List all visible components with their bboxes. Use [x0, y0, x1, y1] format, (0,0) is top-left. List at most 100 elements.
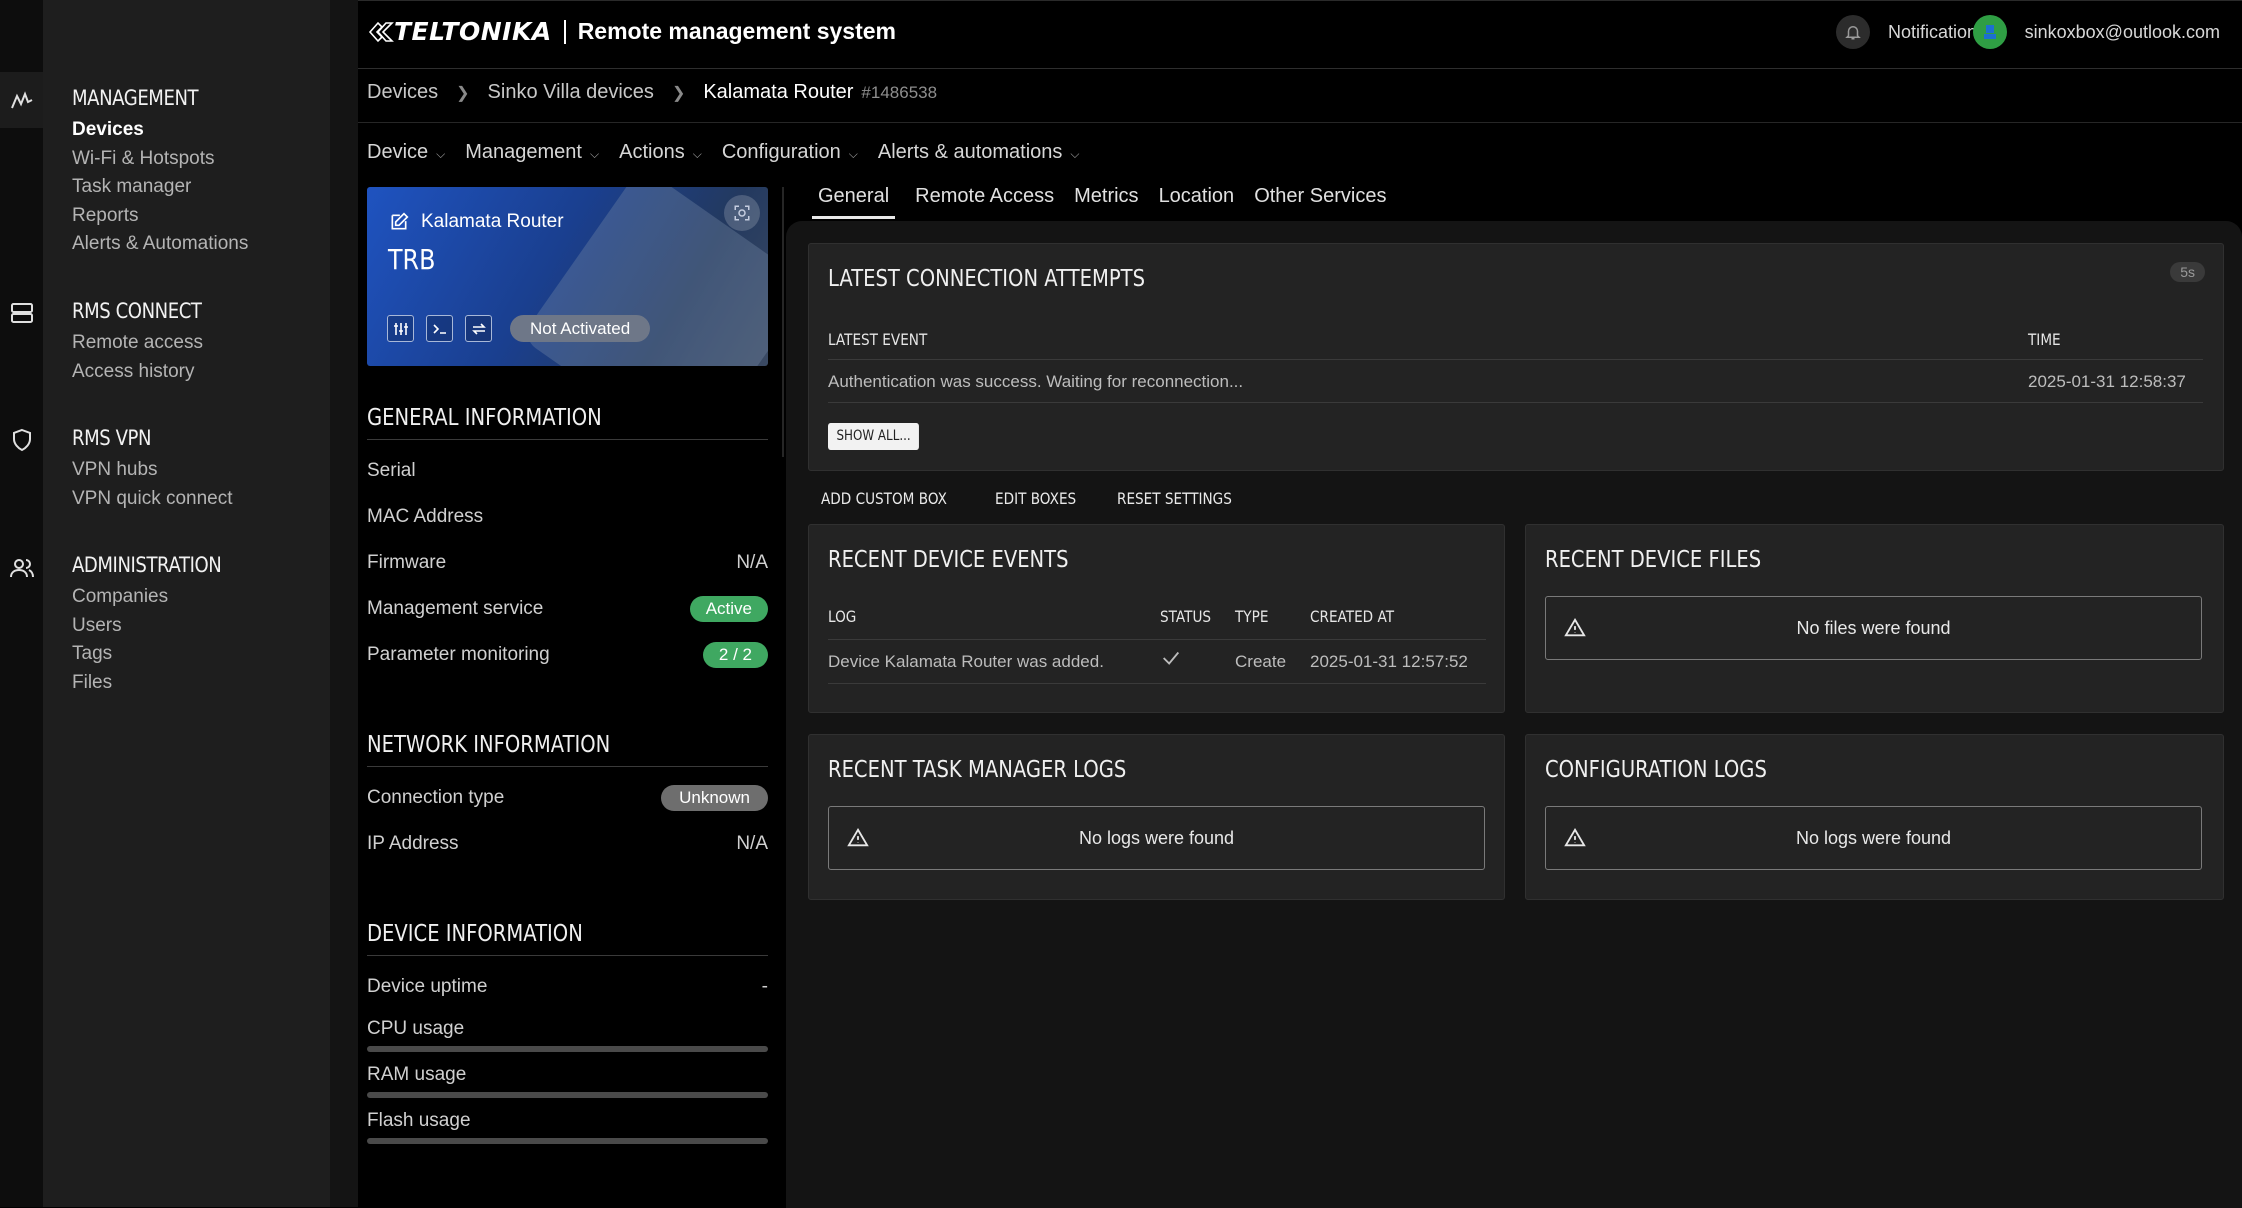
sidebar: MANAGEMENT Devices Wi-Fi & Hotspots Task… [43, 0, 330, 1207]
menu-label: Management [465, 141, 582, 163]
section-title: DEVICE INFORMATION [367, 921, 583, 947]
chevron-down-icon: ⌵ [436, 147, 446, 161]
info-row-management-service: Management service Active [367, 586, 768, 632]
notifications-button[interactable]: Notifications [1835, 15, 1986, 49]
info-label: Serial [367, 460, 416, 481]
info-label: MAC Address [367, 506, 484, 527]
sidebar-item-devices[interactable]: Devices [72, 116, 248, 145]
event-text: Authentication was success. Waiting for … [828, 372, 1244, 391]
show-all-button[interactable]: SHOW ALL... [828, 423, 920, 450]
add-custom-box-button[interactable]: ADD CUSTOM BOX [821, 489, 947, 508]
tab-remote-access[interactable]: Remote Access [915, 185, 1054, 219]
divider [828, 639, 1486, 640]
sidebar-item-vpn-hubs[interactable]: VPN hubs [72, 456, 233, 485]
network-information-section: NETWORK INFORMATION Connection type Unkno… [367, 732, 768, 867]
users-icon[interactable] [0, 540, 43, 596]
sidebar-item-task-manager[interactable]: Task manager [72, 173, 248, 202]
connection-attempts-box: LATEST CONNECTION ATTEMPTS 5s LATEST EVE… [808, 243, 2224, 471]
avatar [1972, 15, 2007, 49]
menu-device[interactable]: Device ⌵ [367, 141, 445, 164]
menu-label: Configuration [721, 141, 841, 163]
sidebar-item-vpn-quick-connect[interactable]: VPN quick connect [72, 485, 233, 514]
column-header-log: LOG [828, 607, 857, 626]
chevron-down-icon: ⌵ [590, 147, 600, 161]
chevron-right-icon: ❯ [671, 84, 686, 102]
info-row-connection-type: Connection type Unknown [367, 775, 768, 821]
breadcrumb-current: Kalamata Router [703, 81, 854, 103]
logo[interactable]: TELTONIKA Remote management system [368, 17, 896, 46]
usage-bar [367, 1046, 768, 1052]
menu-label: Actions [619, 141, 685, 163]
info-row-ip-address: IP Address N/A [367, 821, 768, 867]
event-created: 2025-01-31 12:57:52 [1310, 652, 1468, 671]
section-title: GENERAL INFORMATION [367, 405, 602, 431]
empty-message: No logs were found [1795, 827, 1952, 848]
menu-label: Alerts & automations [877, 141, 1063, 163]
tab-location[interactable]: Location [1159, 185, 1235, 219]
device-name-edit[interactable]: Kalamata Router [389, 211, 564, 233]
sidebar-item-files[interactable]: Files [72, 669, 246, 698]
box-title: RECENT TASK MANAGER LOGS [828, 757, 1127, 783]
menu-label: Device [367, 141, 429, 163]
server-icon[interactable] [0, 285, 43, 341]
terminal-icon[interactable] [426, 315, 453, 342]
sidebar-item-access-history[interactable]: Access history [72, 358, 223, 387]
menu-actions[interactable]: Actions ⌵ [619, 141, 702, 164]
chevron-right-icon: ❯ [456, 84, 470, 102]
sidebar-item-wifi-hotspots[interactable]: Wi-Fi & Hotspots [72, 145, 248, 174]
menu-configuration[interactable]: Configuration ⌵ [722, 141, 858, 164]
empty-message: No files were found [1796, 617, 1951, 638]
sidebar-item-remote-access[interactable]: Remote access [72, 329, 223, 358]
refresh-icon[interactable] [465, 315, 492, 342]
app-title: Remote management system [577, 18, 896, 44]
box-title: RECENT DEVICE FILES [1545, 547, 1762, 573]
check-icon [1160, 647, 1182, 674]
logo-divider [563, 19, 566, 44]
warning-icon [1564, 827, 1586, 847]
configuration-logs-box: CONFIGURATION LOGS No logs were found [1525, 734, 2224, 900]
sidebar-section-title: RMS CONNECT [72, 299, 202, 323]
usage-row-cpu: CPU usage [367, 1010, 768, 1056]
edit-boxes-button[interactable]: EDIT BOXES [995, 489, 1076, 508]
scan-icon[interactable] [724, 195, 760, 231]
edit-icon [391, 212, 409, 230]
chevron-down-icon: ⌵ [692, 147, 702, 161]
shield-icon[interactable] [0, 412, 43, 468]
breadcrumb-group[interactable]: Sinko Villa devices [488, 81, 654, 104]
info-label: IP Address [367, 833, 459, 854]
refresh-interval-badge[interactable]: 5s [2170, 262, 2205, 282]
reset-settings-button[interactable]: RESET SETTINGS [1117, 489, 1232, 508]
logo-text: TELTONIKA [394, 17, 552, 46]
box-title: LATEST CONNECTION ATTEMPTS [828, 266, 1146, 292]
menu-alerts-automations[interactable]: Alerts & automations ⌵ [878, 141, 1080, 164]
menu-management[interactable]: Management ⌵ [465, 141, 599, 164]
column-header-status: STATUS [1160, 607, 1212, 626]
usage-row-flash: Flash usage [367, 1102, 768, 1148]
column-header-type: TYPE [1235, 607, 1269, 626]
tab-other-services[interactable]: Other Services [1254, 185, 1386, 219]
sidebar-item-users[interactable]: Users [72, 612, 246, 641]
empty-message: No logs were found [1078, 827, 1235, 848]
activity-icon[interactable] [0, 72, 43, 128]
warning-icon [847, 827, 869, 847]
tab-metrics[interactable]: Metrics [1074, 185, 1138, 219]
tab-general[interactable]: General [812, 185, 896, 219]
status-badge[interactable]: 2 / 2 [702, 642, 768, 668]
warning-icon [1564, 617, 1586, 637]
user-email: sinkoxbox@outlook.com [2024, 21, 2220, 42]
breadcrumb-devices[interactable]: Devices [367, 81, 438, 104]
scrollbar[interactable] [782, 187, 784, 457]
usage-label: Flash usage [367, 1110, 471, 1131]
empty-state: No files were found [1545, 596, 2202, 660]
column-header-time: TIME [2028, 330, 2061, 349]
sidebar-item-reports[interactable]: Reports [72, 202, 248, 231]
sidebar-item-companies[interactable]: Companies [72, 583, 246, 612]
sliders-icon[interactable] [387, 315, 414, 342]
user-menu[interactable]: sinkoxbox@outlook.com [1972, 15, 2220, 49]
sidebar-item-alerts-automations[interactable]: Alerts & Automations [72, 230, 248, 259]
device-information-section: DEVICE INFORMATION Device uptime - CPU us… [367, 921, 768, 1148]
sidebar-gutter [330, 0, 358, 1207]
usage-row-ram: RAM usage [367, 1056, 768, 1102]
divider [828, 402, 2203, 403]
sidebar-item-tags[interactable]: Tags [72, 640, 246, 669]
